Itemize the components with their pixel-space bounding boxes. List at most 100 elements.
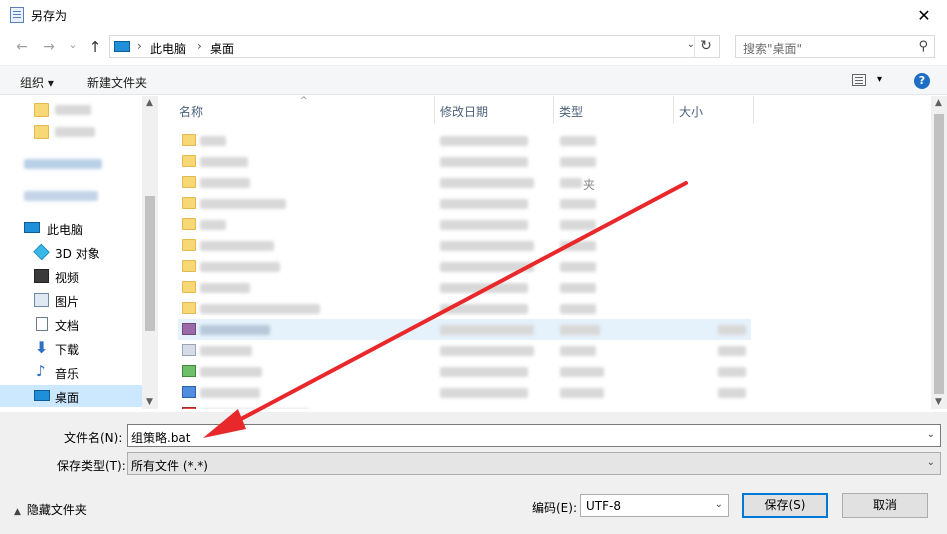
cancel-button[interactable]: 取消: [842, 493, 928, 518]
breadcrumb-this-pc[interactable]: 此电脑: [150, 40, 186, 57]
column-header-type[interactable]: 类型: [554, 96, 673, 124]
file-list[interactable]: ^ 名称 修改日期 类型 大小 夹: [160, 96, 947, 409]
table-row[interactable]: [178, 319, 751, 340]
filename-dropdown-icon[interactable]: ⌄: [927, 429, 935, 440]
encoding-select[interactable]: UTF-8 ⌄: [580, 494, 729, 517]
blurred-date: [440, 283, 528, 293]
column-header-size[interactable]: 大小: [674, 96, 754, 124]
scroll-down-icon[interactable]: ▼: [935, 397, 942, 407]
sidebar-item-3d-objects[interactable]: 3D 对象: [0, 241, 142, 263]
blurred-type: [560, 367, 604, 377]
command-toolbar: 组织 ▾ 新建文件夹 ▾ ?: [0, 65, 947, 95]
quick-access-item[interactable]: [0, 99, 142, 121]
search-placeholder: 搜索"桌面": [743, 42, 803, 56]
blurred-date: [440, 346, 534, 356]
filetype-select[interactable]: 所有文件 (*.*) ⌄: [127, 452, 941, 475]
navigation-pane[interactable]: 此电脑 3D 对象 视频 图片 文档 ⬇ 下载 ♪ 音乐 桌面 ▲ ▼: [0, 96, 158, 409]
breadcrumb-desktop[interactable]: 桌面: [210, 40, 234, 57]
blurred-type: [560, 178, 582, 188]
recent-locations-button[interactable]: ⌄: [63, 35, 83, 55]
filename-field[interactable]: 组策略.bat ⌄: [127, 424, 941, 447]
blurred-name: [200, 325, 270, 335]
table-row[interactable]: [178, 403, 751, 409]
folder-icon: [34, 125, 49, 139]
encoding-dropdown-icon[interactable]: ⌄: [715, 499, 723, 510]
table-row[interactable]: [178, 130, 751, 151]
blurred-size: [718, 346, 746, 356]
folder-icon: [182, 218, 196, 230]
encoding-value: UTF-8: [586, 499, 621, 513]
column-divider[interactable]: [753, 96, 754, 124]
scroll-up-icon[interactable]: ▲: [935, 98, 942, 108]
forward-button[interactable]: →: [39, 37, 59, 57]
help-icon[interactable]: ?: [914, 73, 930, 89]
sidebar-item-documents[interactable]: 文档: [0, 313, 142, 335]
encoding-label: 编码(E):: [532, 501, 577, 515]
save-form: 文件名(N): 组策略.bat ⌄ 保存类型(T): 所有文件 (*.*) ⌄ …: [0, 412, 947, 534]
table-row[interactable]: [178, 193, 751, 214]
scroll-thumb[interactable]: [934, 114, 944, 394]
address-bar[interactable]: › 此电脑 › 桌面 ⌄ ↻: [109, 35, 720, 58]
blurred-name: [200, 283, 250, 293]
search-icon[interactable]: ⚲: [918, 39, 928, 54]
computer-icon: [114, 41, 130, 52]
cloud-item[interactable]: [0, 185, 142, 207]
sidebar-item-desktop[interactable]: 桌面: [0, 385, 142, 407]
table-row[interactable]: [178, 256, 751, 277]
navigation-scrollbar[interactable]: ▲ ▼: [142, 96, 158, 409]
column-header-name[interactable]: 名称: [160, 96, 434, 124]
type-partial-text: 夹: [583, 178, 596, 192]
blurred-name: [200, 178, 250, 188]
new-folder-button[interactable]: 新建文件夹: [87, 74, 147, 91]
download-icon: ⬇: [35, 338, 49, 357]
table-row[interactable]: 夹: [178, 172, 751, 193]
hide-folders-toggle[interactable]: ▲ 隐藏文件夹: [14, 501, 87, 518]
blurred-type: [560, 220, 596, 230]
table-row[interactable]: [178, 298, 751, 319]
close-button[interactable]: ✕: [901, 0, 947, 30]
file-icon: [182, 386, 196, 398]
blurred-type: [560, 325, 600, 335]
sidebar-item-music[interactable]: ♪ 音乐: [0, 361, 142, 383]
organize-menu[interactable]: 组织 ▾: [20, 74, 54, 91]
search-input[interactable]: 搜索"桌面" ⚲: [735, 35, 935, 58]
view-dropdown-icon[interactable]: ▾: [877, 74, 882, 85]
refresh-button[interactable]: ↻: [697, 37, 715, 55]
folder-icon: [182, 260, 196, 272]
back-button[interactable]: ←: [12, 37, 32, 57]
sidebar-item-pictures[interactable]: 图片: [0, 289, 142, 311]
document-icon: [36, 317, 48, 331]
sidebar-item-downloads[interactable]: ⬇ 下载: [0, 337, 142, 359]
blurred-label: [24, 159, 102, 169]
divider: [694, 36, 695, 57]
up-button[interactable]: ↑: [85, 37, 105, 57]
table-row[interactable]: [178, 151, 751, 172]
breadcrumb-separator: ›: [197, 39, 202, 53]
sidebar-item-label: 音乐: [55, 367, 80, 381]
table-row[interactable]: [178, 382, 751, 403]
view-options-icon[interactable]: [852, 74, 866, 86]
cloud-item[interactable]: [0, 153, 142, 175]
scroll-up-icon[interactable]: ▲: [146, 98, 153, 108]
blurred-size: [718, 367, 746, 377]
table-row[interactable]: [178, 214, 751, 235]
save-button[interactable]: 保存(S): [742, 493, 828, 518]
file-list-scrollbar[interactable]: ▲ ▼: [931, 96, 947, 409]
table-row[interactable]: [178, 361, 751, 382]
sidebar-item-label: 3D 对象: [55, 247, 100, 261]
table-row[interactable]: [178, 235, 751, 256]
table-row[interactable]: [178, 277, 751, 298]
blurred-date: [440, 199, 528, 209]
filetype-dropdown-icon[interactable]: ⌄: [927, 457, 935, 468]
table-row[interactable]: [178, 340, 751, 361]
blurred-date: [440, 241, 534, 251]
sidebar-item-this-pc[interactable]: 此电脑: [0, 217, 142, 239]
quick-access-item[interactable]: [0, 121, 142, 143]
scroll-thumb[interactable]: [145, 196, 155, 331]
scroll-down-icon[interactable]: ▼: [146, 397, 153, 407]
blurred-type: [560, 388, 604, 398]
blurred-type: [560, 262, 596, 272]
blurred-name: [200, 346, 252, 356]
column-header-date[interactable]: 修改日期: [435, 96, 553, 124]
sidebar-item-videos[interactable]: 视频: [0, 265, 142, 287]
